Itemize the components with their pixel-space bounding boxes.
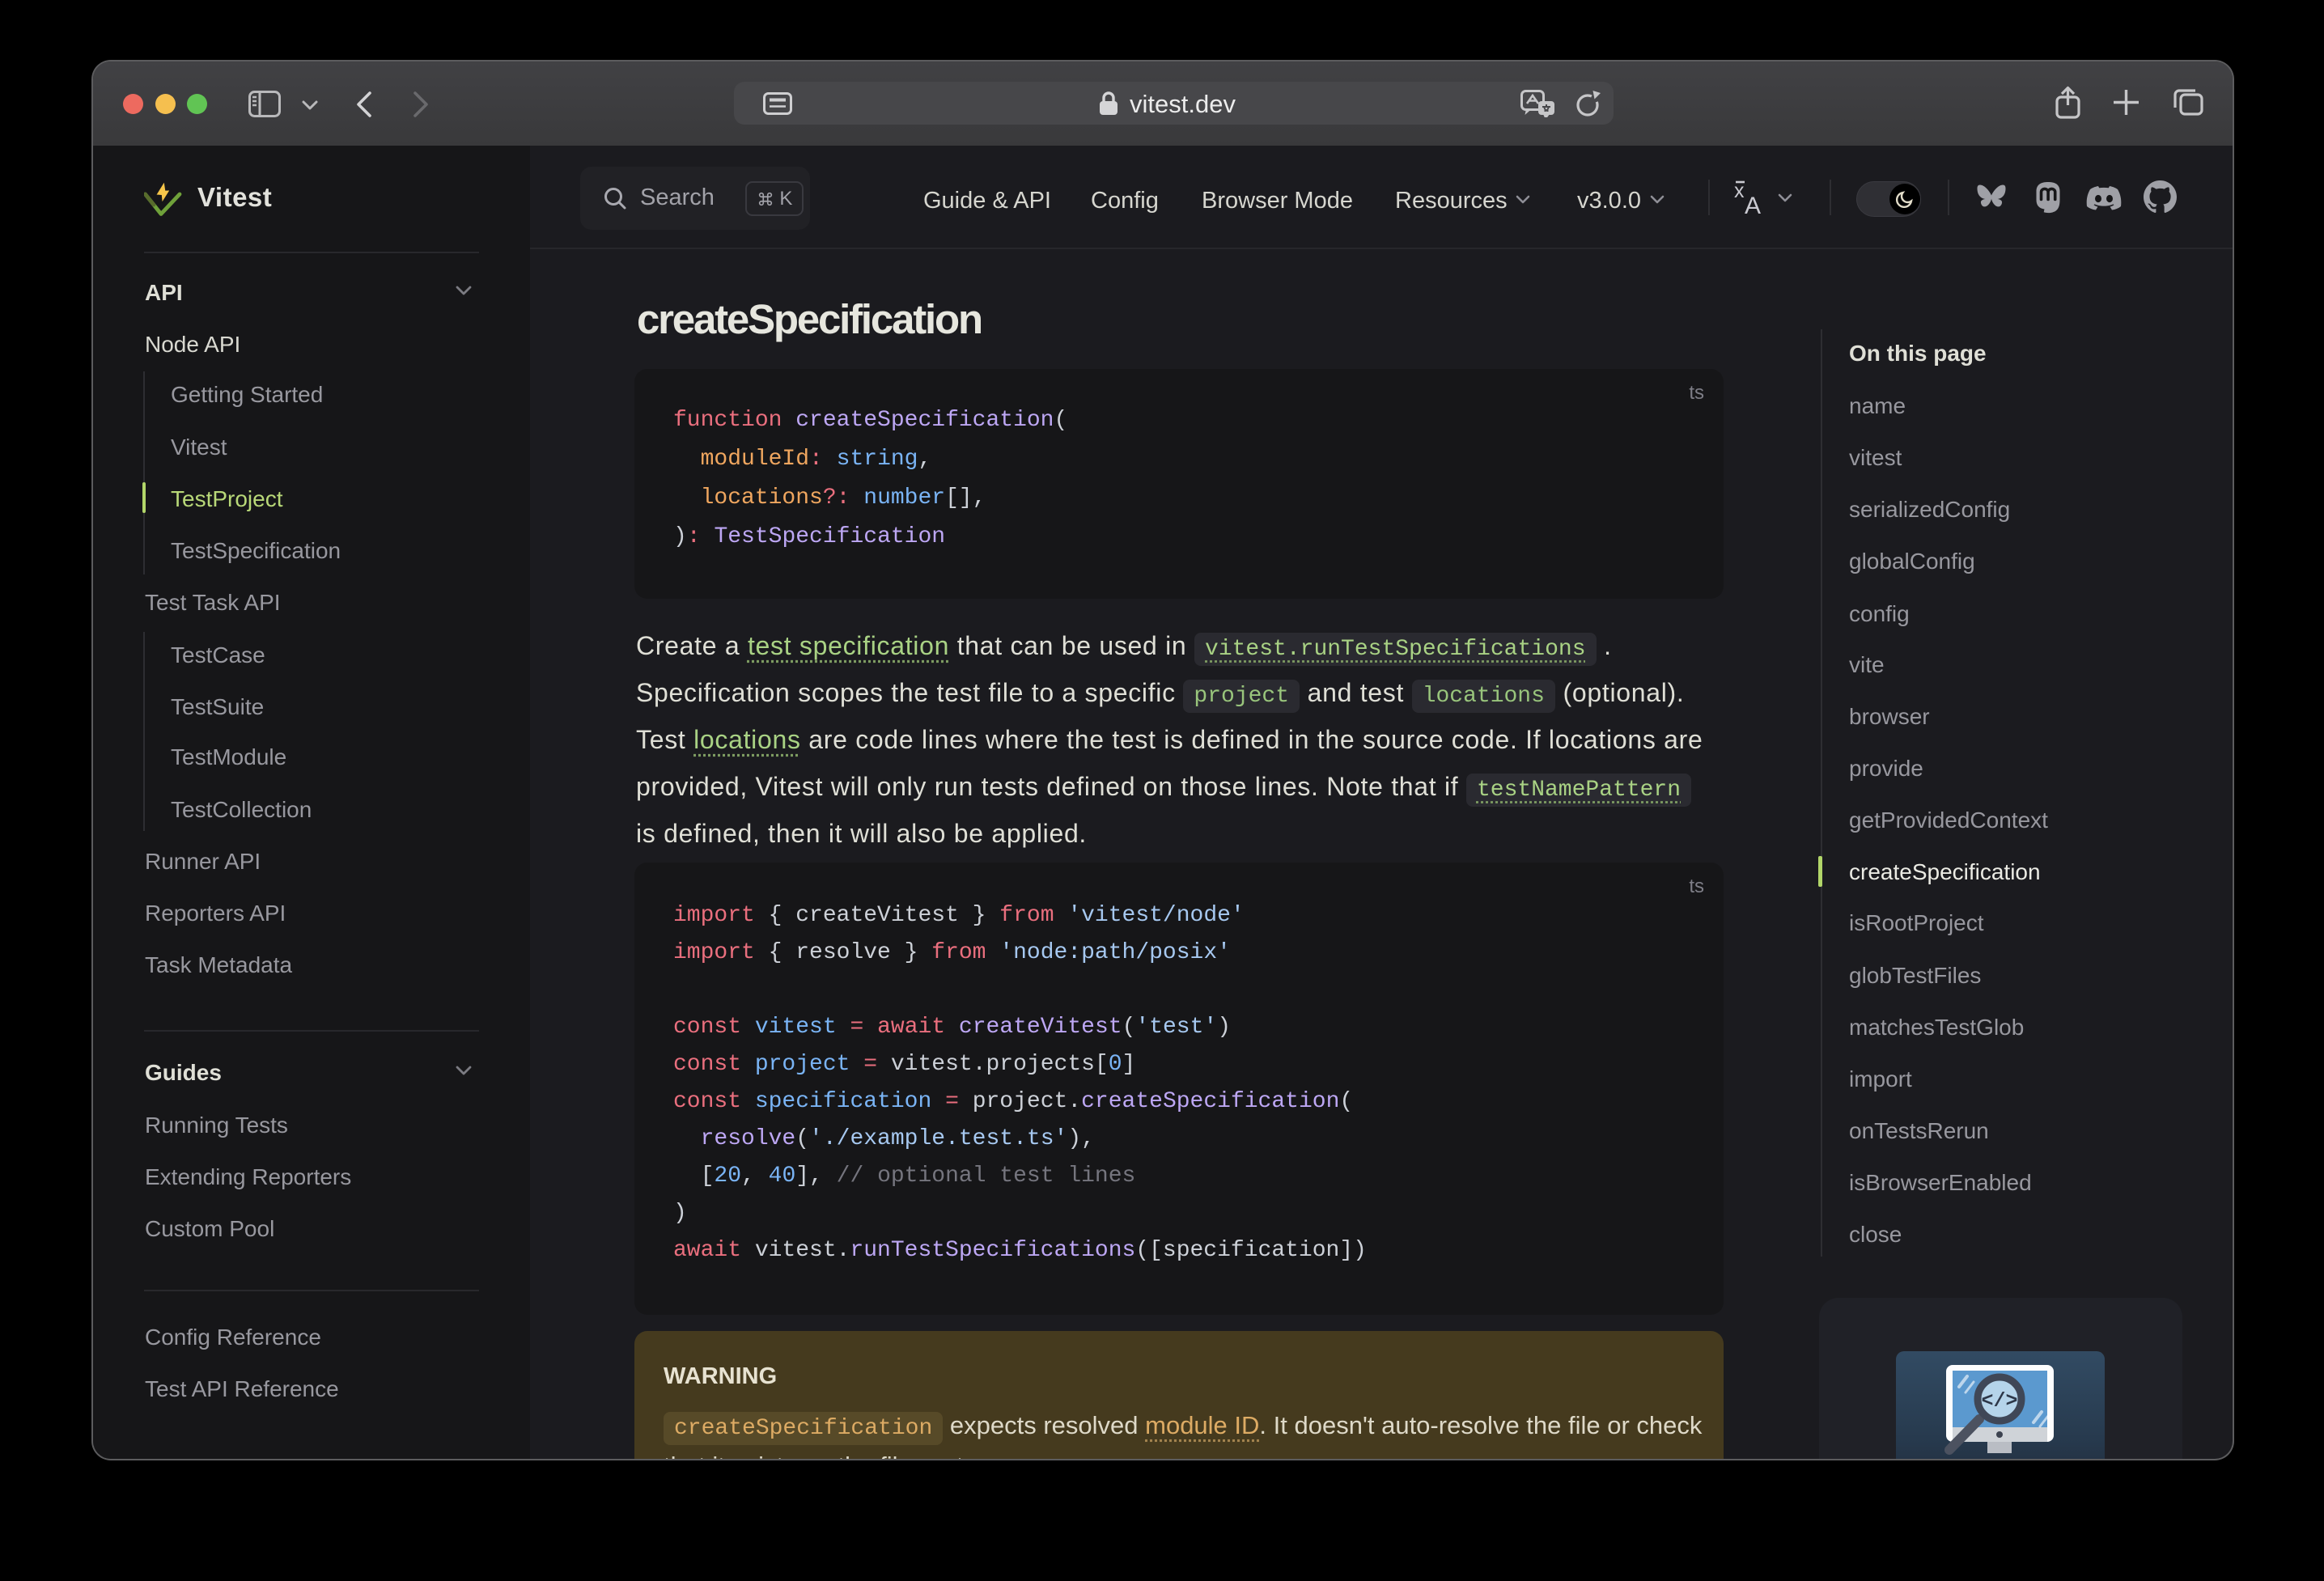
svg-text:</>: </>	[1981, 1389, 2017, 1413]
svg-text:A: A	[1745, 193, 1761, 217]
